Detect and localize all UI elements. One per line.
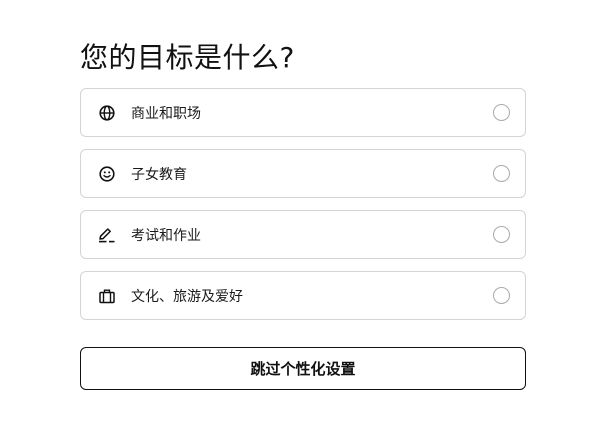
option-radio[interactable] (493, 165, 510, 182)
pencil-icon (98, 226, 116, 244)
option-exams-homework[interactable]: 考试和作业 (80, 210, 526, 259)
option-radio[interactable] (493, 287, 510, 304)
goal-selection-panel: 您的目标是什么? 商业和职场 子女教育 考试和作业 文化、旅游及爱好 (80, 38, 526, 332)
page-title: 您的目标是什么? (80, 41, 295, 74)
suitcase-icon (98, 287, 116, 305)
smiley-icon (98, 165, 116, 183)
option-radio[interactable] (493, 104, 510, 121)
option-label: 商业和职场 (131, 105, 201, 122)
option-culture-travel-hobbies[interactable]: 文化、旅游及爱好 (80, 271, 526, 320)
option-label: 子女教育 (131, 166, 187, 183)
goal-options-list: 商业和职场 子女教育 考试和作业 文化、旅游及爱好 (80, 88, 526, 320)
option-label: 考试和作业 (131, 227, 201, 244)
skip-personalization-button[interactable]: 跳过个性化设置 (80, 347, 526, 390)
option-children-education[interactable]: 子女教育 (80, 149, 526, 198)
globe-icon (98, 104, 116, 122)
option-business[interactable]: 商业和职场 (80, 88, 526, 137)
option-label: 文化、旅游及爱好 (131, 288, 243, 305)
option-radio[interactable] (493, 226, 510, 243)
